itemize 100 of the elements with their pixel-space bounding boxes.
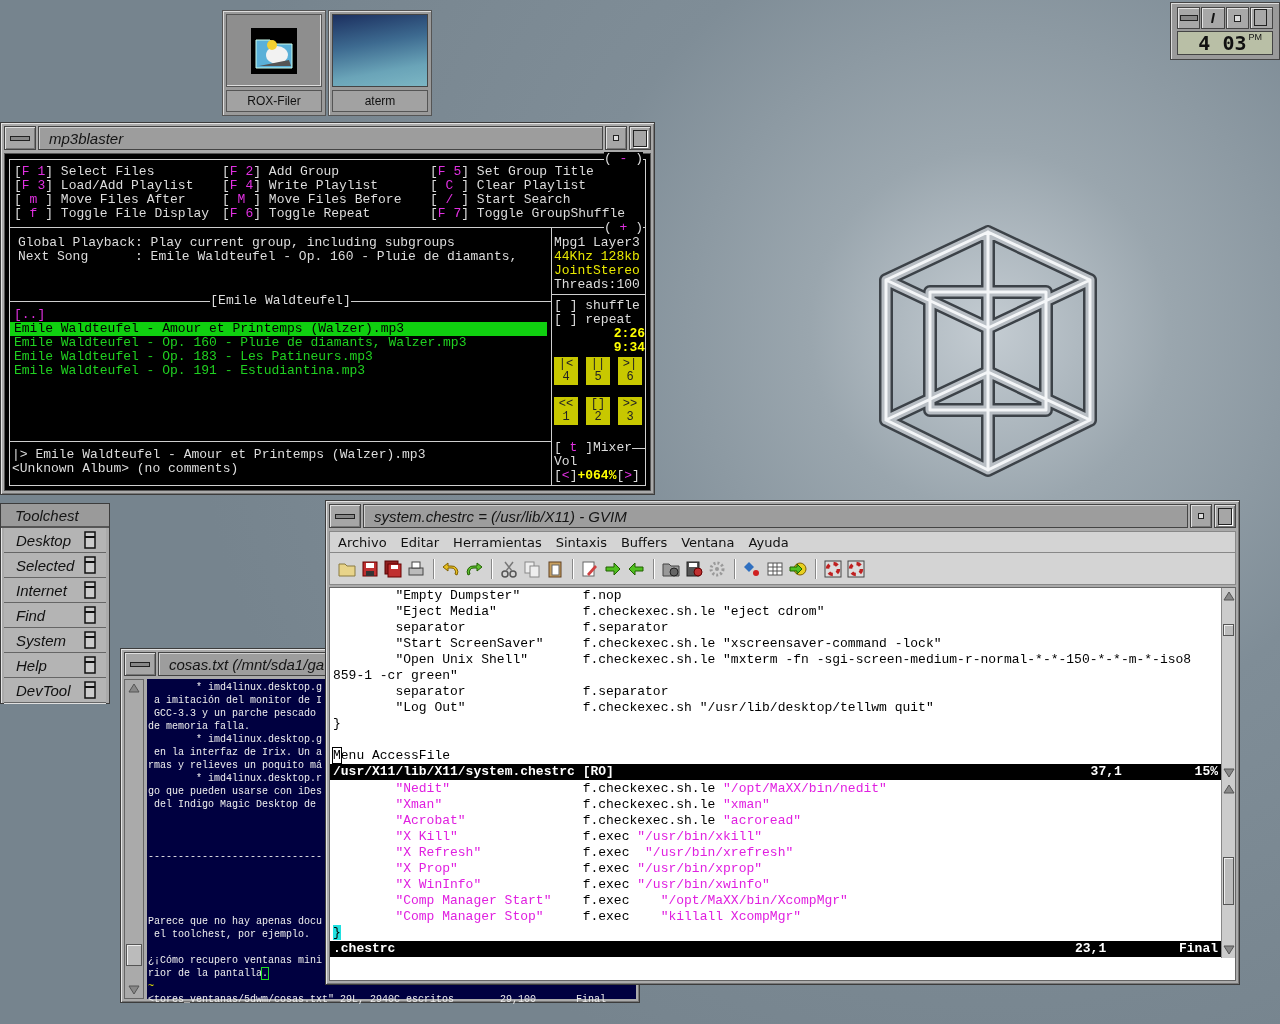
option-toggle[interactable]: [ ] repeat [554,313,645,327]
toolchest-item[interactable]: System [4,628,106,653]
square-icon [633,129,647,147]
menu-item[interactable]: Herramientas [453,534,542,550]
icon-label[interactable]: ROX-Filer [226,90,322,112]
code-line: "Acrobat" f.checkexec.sh.le "acroread" [394,813,803,829]
menu-label: Help [16,656,47,674]
maximize-button[interactable] [1249,7,1273,29]
menu-item[interactable]: Ventana [681,534,735,550]
transport-button[interactable]: >> 3 [618,397,642,425]
redo-icon[interactable] [465,559,483,578]
save-all-icon[interactable] [384,559,402,578]
volume-readout: +064% [577,469,617,483]
desktop-icon-tile[interactable]: aterm [328,10,432,116]
menu-item[interactable]: Archivo [338,534,387,550]
file-list-item[interactable]: Emile Waldteufel - Op. 183 - Les Patineurs.mp3 [10,350,551,364]
up-arrow-icon[interactable] [1222,589,1236,603]
cut-icon[interactable] [500,559,518,578]
desktop-icon-tile[interactable]: ROX-Filer [222,10,326,116]
drawer-icon [84,681,96,699]
hand-button[interactable] [1201,7,1225,29]
code-line: "X Kill" f.exec "/usr/bin/xkill" [394,829,764,845]
window-menu-button[interactable] [124,652,156,676]
toolchest-item[interactable]: Desktop [4,528,106,553]
toolchest-item[interactable]: Help [4,653,106,678]
shapes-icon[interactable] [743,559,761,578]
expand-toggle[interactable]: ( + ) [603,221,643,235]
code-line: "Log Out" f.checkexec.sh "/usr/lib/desktop/tellwm quit" [394,700,935,716]
print-icon[interactable] [407,559,425,578]
collapse-toggle[interactable]: ( - ) [603,152,643,166]
playback-info: Next Song : Emile Waldteufel - Op. 160 - Pluie de diamants, [18,250,519,264]
icon-label[interactable]: aterm [332,90,428,112]
text-line: de memoria falla. [148,720,251,733]
window-menu-button[interactable] [4,126,36,150]
toolchest-item[interactable]: Find [4,603,106,628]
volume-up-button[interactable]: [>] [616,469,640,483]
menu-item[interactable]: Sintaxis [555,534,607,550]
scrollbar[interactable] [124,679,144,999]
end-of-file-marker: ~ [148,980,155,993]
option-toggle[interactable]: [ ] shuffle [554,299,645,313]
meridiem-label: PM [1248,32,1262,42]
undo-icon[interactable] [442,559,460,578]
key-hint: [F 2] Add Group [222,165,341,179]
scrollbar[interactable] [1221,588,1235,781]
edit-document-icon[interactable] [581,559,599,578]
menu-item[interactable]: Ayuda [748,534,789,550]
jump-arrow-icon[interactable] [789,559,807,578]
scrollbar[interactable] [1221,781,1235,958]
toolchest-item[interactable]: Selected [4,553,106,578]
scrollbar-thumb[interactable] [1223,624,1234,636]
minimize-button[interactable] [1225,7,1249,29]
down-arrow-icon[interactable] [127,983,141,997]
transport-button[interactable]: << 1 [554,397,578,425]
table-icon[interactable] [766,559,784,578]
toolchest-item[interactable]: DevTool [4,678,106,703]
menu-item[interactable]: Buffers [620,534,668,550]
volume-down-button[interactable]: [<] [554,469,578,483]
code-line: "Comp Manager Stop" f.exec "killall XcompMgr" [394,909,803,925]
menu-label: Desktop [16,531,72,549]
down-arrow-icon[interactable] [1222,766,1236,780]
transport-button[interactable]: >| 6 [618,357,642,385]
up-arrow-icon[interactable] [127,681,141,695]
paste-icon[interactable] [546,559,564,578]
transport-button[interactable]: [] 2 [586,397,610,425]
text-line: Parece que no hay apenas docu [148,915,323,928]
iconify-button[interactable] [1177,7,1201,29]
maximize-button[interactable] [629,126,651,150]
volume-label: Vol [554,455,579,469]
menu-label: System [16,631,66,649]
text-line: GCC-3.3 y un parche pescado [153,707,317,720]
down-arrow-icon[interactable] [1222,943,1236,957]
drawer-icon [84,656,96,674]
menu-label: Internet [16,581,67,599]
transport-button[interactable]: || 5 [586,357,610,385]
scrollbar-thumb[interactable] [1223,857,1234,905]
minimize-button[interactable] [1190,504,1212,528]
rule-line: ----------------------------- [148,850,323,863]
lifebuoy-icon[interactable] [824,559,842,578]
file-list-item[interactable]: Emile Waldteufel - Amour et Printemps (Walzer).mp3 [10,322,547,336]
window-menu-button[interactable] [329,504,361,528]
square-icon [1254,9,1269,27]
minimize-button[interactable] [605,126,627,150]
key-hint: [F 7] Toggle GroupShuffle [430,207,627,221]
transport-button[interactable]: |< 4 [554,357,578,385]
file-list-item[interactable]: Emile Waldteufel - Op. 160 - Pluie de diamants, Walzer.mp3 [10,336,551,350]
up-arrow-icon[interactable] [1222,782,1236,796]
drawer-icon [84,531,96,549]
file-list-item[interactable]: [..] [10,308,551,322]
menu-item[interactable]: Editar [400,534,440,550]
scrollbar-thumb[interactable] [126,944,142,966]
drawer-icon [84,606,96,624]
save-icon[interactable] [361,559,379,578]
lifebuoy-icon[interactable] [847,559,865,578]
key-hint: [ M ] Move Files Before [222,193,403,207]
playback-info: Global Playback: Play current group, including subgroups [18,236,456,250]
save-gear-icon[interactable] [685,559,703,578]
file-list-item[interactable]: Emile Waldteufel - Op. 191 - Estudiantina.mp3 [10,364,551,378]
toolchest-item[interactable]: Internet [4,578,106,603]
code-line: "Xman" f.checkexec.sh.le "xman" [394,797,771,813]
maximize-button[interactable] [1214,504,1236,528]
